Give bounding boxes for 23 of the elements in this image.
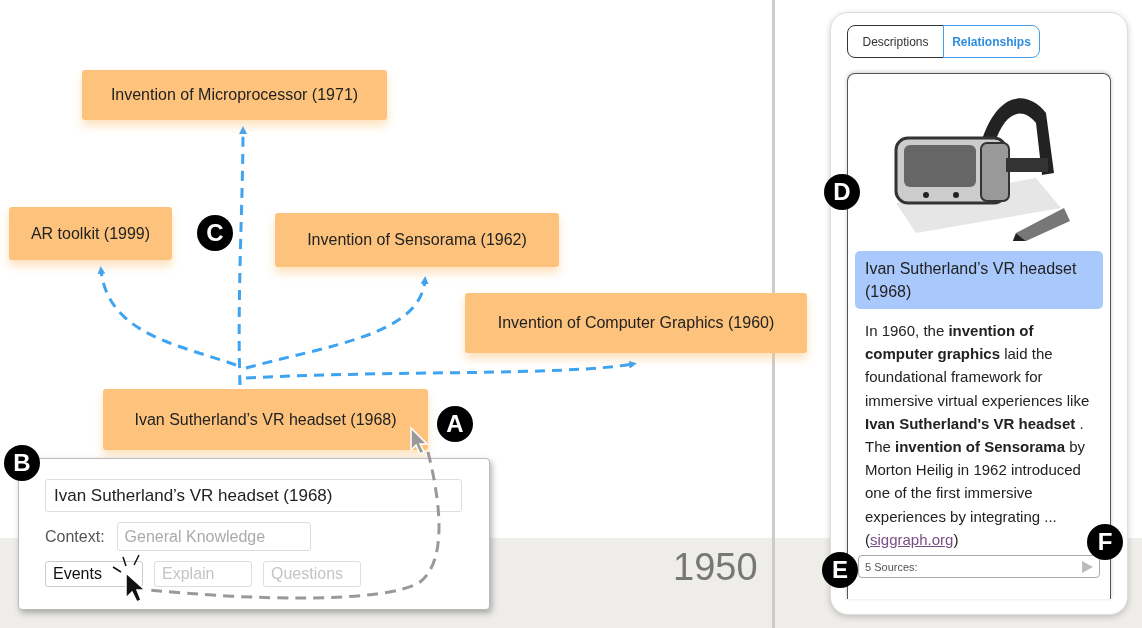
card-title: Ivan Sutherland’s VR headset (1968) — [855, 251, 1103, 309]
title-field[interactable]: Ivan Sutherland’s VR headset (1968) — [45, 479, 462, 512]
timeline-year: 1950 — [673, 546, 758, 589]
tab[interactable]: Descriptions — [847, 25, 944, 58]
event-node[interactable]: Ivan Sutherland’s VR headset (1968) — [103, 389, 428, 450]
step-marker: C — [197, 215, 233, 251]
step-marker: A — [437, 406, 473, 442]
sources-bar[interactable]: 5 Sources: — [858, 555, 1100, 579]
step-marker: E — [822, 552, 858, 588]
event-node[interactable]: Invention of Microprocessor (1971) — [82, 70, 387, 120]
action-button[interactable]: Events — [45, 561, 143, 587]
event-node[interactable]: Invention of Computer Graphics (1960) — [465, 293, 807, 353]
tab[interactable]: Relationships — [943, 25, 1040, 58]
context-label: Context: — [45, 527, 105, 546]
event-node[interactable]: AR toolkit (1999) — [9, 207, 172, 260]
step-marker: D — [824, 174, 860, 210]
source-link[interactable]: siggraph.org — [870, 530, 954, 548]
event-node[interactable]: Invention of Sensorama (1962) — [275, 213, 559, 267]
sources-label: 5 Sources: — [865, 560, 918, 573]
context-field[interactable]: General Knowledge — [116, 522, 311, 551]
cursor-icon — [410, 426, 429, 456]
step-marker: B — [4, 445, 40, 481]
play-icon[interactable] — [1082, 560, 1093, 573]
